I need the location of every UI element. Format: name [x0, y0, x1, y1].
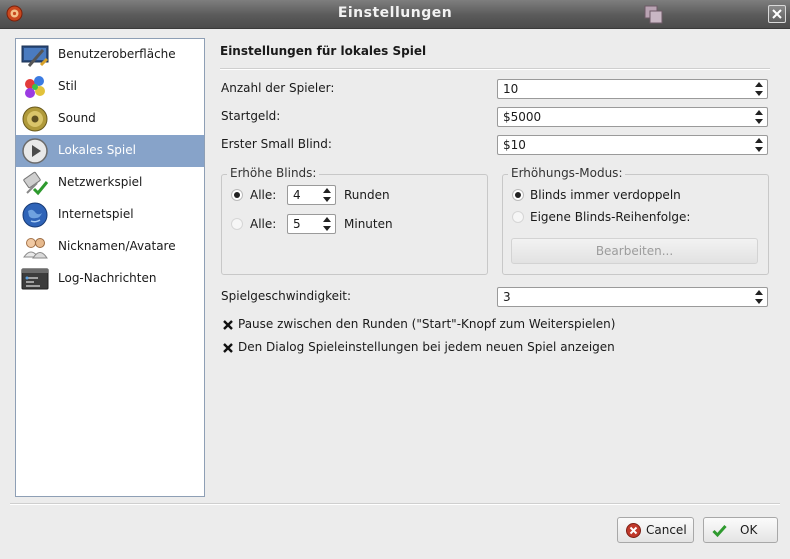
edit-blinds-button[interactable]: Bearbeiten... [511, 238, 758, 264]
cancel-button[interactable]: Cancel [617, 517, 694, 543]
pause-checkbox-label: Pause zwischen den Runden ("Start"-Knopf… [238, 317, 616, 331]
speed-spinbox[interactable]: 3 [497, 287, 768, 307]
sidebar-item-lokales-spiel[interactable]: Lokales Spiel [16, 135, 204, 167]
players-value: 10 [503, 82, 519, 96]
small-blind-spinbox[interactable]: $10 [497, 135, 768, 155]
sidebar-item-sound[interactable]: Sound [16, 103, 204, 135]
sidebar-item-stil[interactable]: Stil [16, 71, 204, 103]
sidebar-item-label: Log-Nachrichten [58, 271, 157, 285]
small-blind-label: Erster Small Blind: [221, 137, 332, 151]
custom-blinds-radio[interactable] [512, 211, 524, 223]
close-icon [772, 9, 782, 19]
rounds-every-label: Alle: [250, 188, 277, 202]
settings-sidebar: Benutzeroberfläche Stil Sound Lokales Sp… [15, 38, 205, 497]
startmoney-label: Startgeld: [221, 109, 281, 123]
rounds-spinbox[interactable]: 4 [287, 185, 336, 205]
sidebar-item-log-nachrichten[interactable]: Log-Nachrichten [16, 263, 204, 295]
pause-checkbox[interactable] [222, 319, 234, 331]
minutes-spinbox[interactable]: 5 [287, 214, 336, 234]
sidebar-item-label: Benutzeroberfläche [58, 47, 176, 61]
sidebar-item-label: Internetspiel [58, 207, 134, 221]
spin-arrows[interactable] [752, 288, 766, 306]
custom-blinds-label: Eigene Blinds-Reihenfolge: [530, 210, 691, 224]
double-blinds-label: Blinds immer verdoppeln [530, 188, 681, 202]
sidebar-item-nicknamen-avatare[interactable]: Nicknamen/Avatare [16, 231, 204, 263]
paint-palette-icon [25, 76, 45, 98]
raise-blinds-title: Erhöhe Blinds: [227, 166, 320, 180]
globe-icon [22, 202, 48, 228]
ok-label: OK [740, 523, 758, 537]
rounds-radio[interactable] [231, 189, 243, 201]
window-title: Einstellungen [337, 5, 453, 21]
header-separator [220, 68, 770, 70]
sidebar-item-label: Netzwerkspiel [58, 175, 143, 189]
windows-icon [644, 5, 663, 24]
dialog-checkbox[interactable] [222, 342, 234, 354]
dialog-checkbox-label: Den Dialog Spieleinstellungen bei jedem … [238, 340, 615, 354]
minutes-every-label: Alle: [250, 217, 277, 231]
page-title: Einstellungen für lokales Spiel [220, 44, 427, 58]
startmoney-spinbox[interactable]: $5000 [497, 107, 768, 127]
rounds-value: 4 [293, 188, 301, 202]
cancel-label: Cancel [646, 523, 687, 537]
cancel-icon [626, 523, 641, 538]
speaker-icon [22, 106, 48, 132]
ok-button[interactable]: OK [703, 517, 778, 543]
speed-value: 3 [503, 290, 511, 304]
minutes-radio[interactable] [231, 218, 243, 230]
sidebar-item-internetspiel[interactable]: Internetspiel [16, 199, 204, 231]
spin-arrows[interactable] [320, 186, 334, 204]
spin-arrows[interactable] [320, 215, 334, 233]
log-console-icon [21, 268, 49, 290]
network-icon [23, 171, 49, 196]
speed-label: Spielgeschwindigkeit: [221, 289, 352, 303]
sidebar-item-label: Stil [58, 79, 77, 93]
close-button[interactable] [768, 5, 786, 23]
players-label: Anzahl der Spieler: [221, 81, 335, 95]
ok-check-icon [712, 525, 727, 538]
sidebar-item-label: Sound [58, 111, 96, 125]
small-blind-value: $10 [503, 138, 526, 152]
sidebar-item-benutzeroberflaeche[interactable]: Benutzeroberfläche [16, 39, 204, 71]
spin-arrows[interactable] [752, 136, 766, 154]
spin-arrows[interactable] [752, 108, 766, 126]
double-blinds-radio[interactable] [512, 189, 524, 201]
footer-separator [10, 503, 780, 505]
minutes-unit: Minuten [344, 217, 393, 231]
players-spinbox[interactable]: 10 [497, 79, 768, 99]
raise-mode-title: Erhöhungs-Modus: [508, 166, 626, 180]
sidebar-item-label: Lokales Spiel [58, 143, 136, 157]
minutes-value: 5 [293, 217, 301, 231]
spin-arrows[interactable] [752, 80, 766, 98]
users-icon [23, 238, 48, 259]
display-settings-icon [21, 45, 49, 67]
sidebar-item-netzwerkspiel[interactable]: Netzwerkspiel [16, 167, 204, 199]
rounds-unit: Runden [344, 188, 390, 202]
startmoney-value: $5000 [503, 110, 542, 124]
play-icon [22, 138, 48, 164]
title-bar: Einstellungen [0, 0, 790, 29]
sidebar-item-label: Nicknamen/Avatare [58, 239, 176, 253]
